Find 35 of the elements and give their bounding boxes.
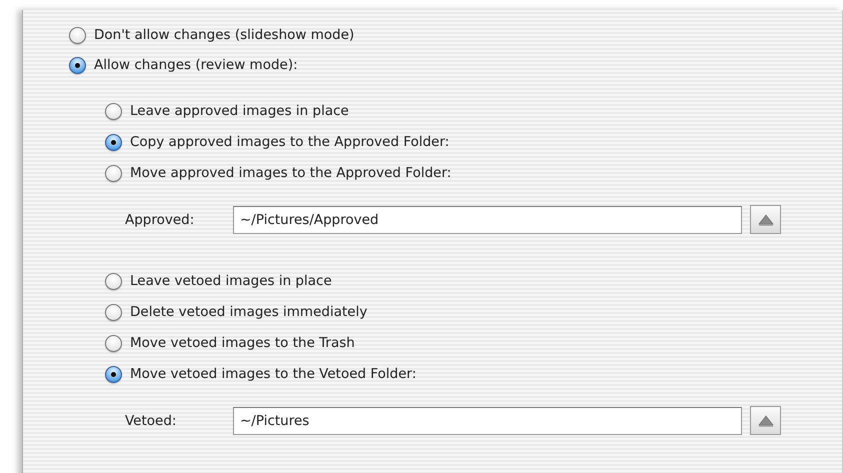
option-label: Copy approved images to the Approved Folder:	[130, 134, 450, 150]
field-label: Approved:	[125, 212, 196, 228]
radio-selected[interactable]	[105, 366, 122, 382]
radio-unselected[interactable]	[105, 102, 122, 120]
option-label: Don't allow changes (slideshow mode)	[94, 27, 354, 43]
path-field[interactable]: ~/Pictures/Approved	[233, 206, 742, 234]
option-label: Move vetoed images to the Vetoed Folder:	[130, 366, 416, 382]
option-label: Allow changes (review mode):	[94, 57, 298, 73]
radio-unselected[interactable]	[105, 334, 122, 352]
option-label: Leave vetoed images in place	[130, 273, 332, 289]
radio-option[interactable]: Leave vetoed images in place	[105, 270, 842, 292]
radio-selected[interactable]	[105, 134, 122, 150]
field-label: Vetoed:	[125, 412, 178, 428]
radio-unselected[interactable]	[105, 272, 122, 290]
triangle-icon	[758, 214, 774, 226]
radio-option[interactable]: Leave approved images in place	[105, 100, 842, 122]
option-label: Delete vetoed images immediately	[130, 304, 368, 320]
radio-unselected[interactable]	[105, 164, 122, 182]
radio-option[interactable]: Allow changes (review mode):	[69, 54, 842, 76]
radio-option[interactable]: Don't allow changes (slideshow mode)	[69, 24, 842, 46]
choose-folder-button[interactable]	[750, 205, 781, 234]
radio-option[interactable]: Move approved images to the Approved Folder:	[105, 162, 842, 184]
radio-option[interactable]: Move vetoed images to the Trash	[105, 332, 842, 354]
triangle-icon	[758, 414, 774, 426]
radio-option[interactable]: Move vetoed images to the Vetoed Folder:	[105, 363, 842, 385]
radio-selected[interactable]	[69, 56, 86, 74]
option-label: Leave approved images in place	[130, 103, 349, 119]
radio-option[interactable]: Delete vetoed images immediately	[105, 301, 842, 323]
option-label: Move vetoed images to the Trash	[130, 335, 355, 351]
option-label: Move approved images to the Approved Folder:	[130, 165, 452, 181]
path-field[interactable]: ~/Pictures	[233, 406, 742, 434]
radio-unselected[interactable]	[69, 26, 86, 44]
radio-unselected[interactable]	[105, 304, 122, 320]
radio-option[interactable]: Copy approved images to the Approved Folder:	[105, 131, 842, 153]
choose-folder-button[interactable]	[750, 406, 781, 435]
